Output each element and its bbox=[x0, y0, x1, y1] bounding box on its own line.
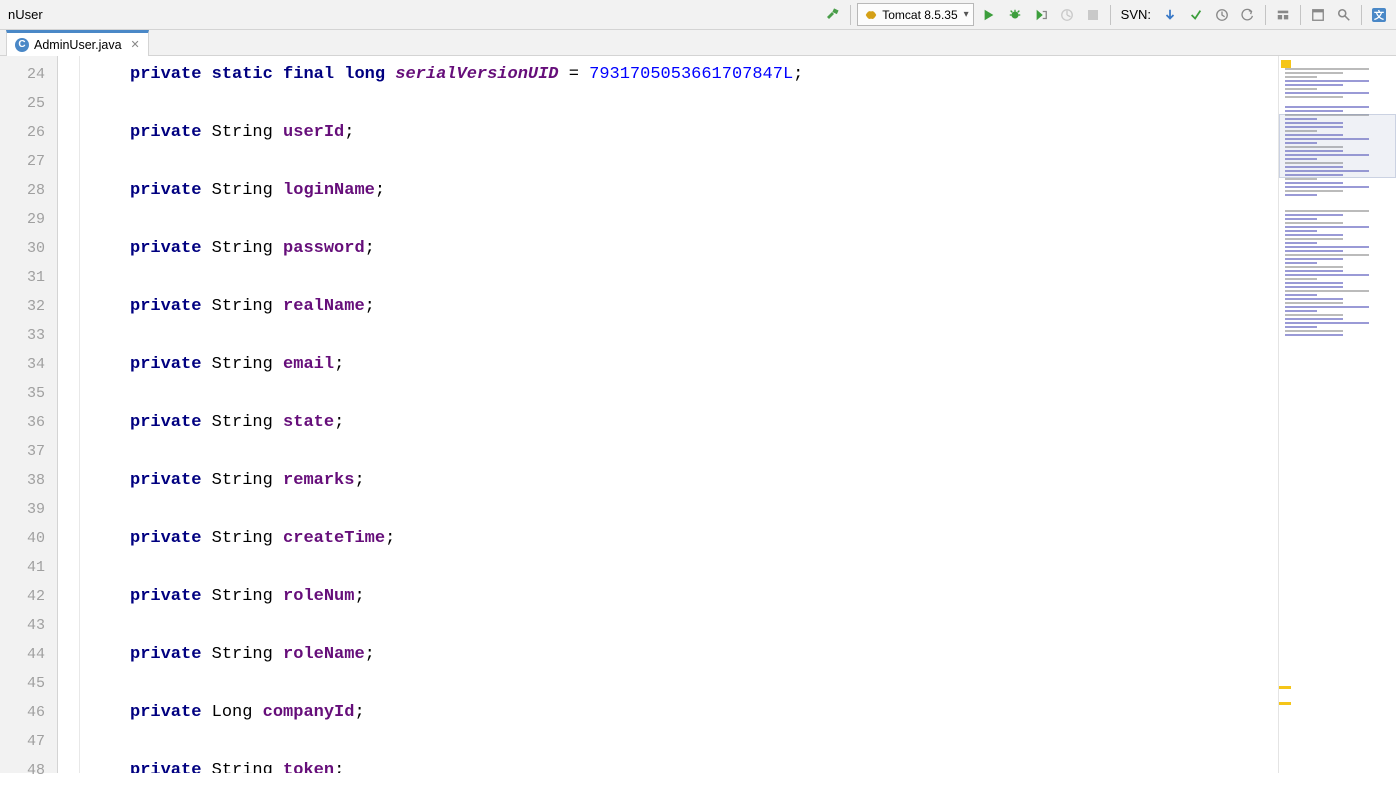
line-number: 42 bbox=[0, 582, 45, 611]
line-number: 46 bbox=[0, 698, 45, 727]
line-number: 31 bbox=[0, 263, 45, 292]
breadcrumb: nUser bbox=[4, 7, 43, 22]
line-number: 36 bbox=[0, 408, 45, 437]
toolbar: nUser Tomcat 8.5.35 ▾ SVN: bbox=[0, 0, 1396, 30]
line-number: 37 bbox=[0, 437, 45, 466]
code-line[interactable] bbox=[88, 611, 1278, 640]
svg-text:文: 文 bbox=[1374, 9, 1385, 22]
line-number: 33 bbox=[0, 321, 45, 350]
minimap[interactable] bbox=[1278, 56, 1396, 773]
tab-adminuser[interactable]: C AdminUser.java ✕ bbox=[6, 30, 149, 56]
code-line[interactable]: private String remarks; bbox=[88, 466, 1278, 495]
code-line[interactable] bbox=[88, 727, 1278, 756]
svn-commit-icon[interactable] bbox=[1185, 4, 1207, 26]
code-line[interactable]: private String email; bbox=[88, 350, 1278, 379]
project-structure-icon[interactable] bbox=[1272, 4, 1294, 26]
line-number: 39 bbox=[0, 495, 45, 524]
editor-tabs: C AdminUser.java ✕ bbox=[0, 30, 1396, 56]
code-line[interactable]: private static final long serialVersionU… bbox=[88, 60, 1278, 89]
code-line[interactable] bbox=[88, 89, 1278, 118]
line-number: 40 bbox=[0, 524, 45, 553]
separator bbox=[1361, 5, 1362, 25]
code-line[interactable] bbox=[88, 205, 1278, 234]
line-number: 27 bbox=[0, 147, 45, 176]
line-number: 45 bbox=[0, 669, 45, 698]
svn-revert-icon[interactable] bbox=[1237, 4, 1259, 26]
line-number: 26 bbox=[0, 118, 45, 147]
profile-button[interactable] bbox=[1056, 4, 1078, 26]
separator bbox=[1265, 5, 1266, 25]
code-editor[interactable]: private static final long serialVersionU… bbox=[80, 56, 1278, 773]
code-line[interactable]: private String loginName; bbox=[88, 176, 1278, 205]
code-line[interactable]: private String token; bbox=[88, 756, 1278, 773]
code-line[interactable]: private String roleNum; bbox=[88, 582, 1278, 611]
svn-history-icon[interactable] bbox=[1211, 4, 1233, 26]
line-number: 41 bbox=[0, 553, 45, 582]
separator bbox=[1300, 5, 1301, 25]
debug-button[interactable] bbox=[1004, 4, 1026, 26]
line-number: 38 bbox=[0, 466, 45, 495]
code-line[interactable]: private String realName; bbox=[88, 292, 1278, 321]
line-number: 28 bbox=[0, 176, 45, 205]
tab-label: AdminUser.java bbox=[34, 38, 122, 52]
code-line[interactable]: private String state; bbox=[88, 408, 1278, 437]
line-number: 47 bbox=[0, 727, 45, 756]
code-line[interactable]: private String userId; bbox=[88, 118, 1278, 147]
line-number: 29 bbox=[0, 205, 45, 234]
build-hammer-icon[interactable] bbox=[822, 4, 844, 26]
code-line[interactable] bbox=[88, 553, 1278, 582]
minimap-viewport[interactable] bbox=[1279, 114, 1396, 178]
close-icon[interactable]: ✕ bbox=[131, 38, 140, 51]
line-number: 25 bbox=[0, 89, 45, 118]
chevron-down-icon: ▾ bbox=[964, 9, 969, 20]
minimap-warning-mark bbox=[1281, 60, 1291, 68]
code-line[interactable] bbox=[88, 147, 1278, 176]
class-file-icon: C bbox=[15, 38, 29, 52]
separator bbox=[1110, 5, 1111, 25]
code-line[interactable] bbox=[88, 379, 1278, 408]
minimap-change-mark bbox=[1279, 702, 1291, 705]
line-number: 44 bbox=[0, 640, 45, 669]
translate-icon[interactable]: 文 bbox=[1368, 4, 1390, 26]
toggle-fullscreen-icon[interactable] bbox=[1307, 4, 1329, 26]
minimap-change-mark bbox=[1279, 686, 1291, 689]
run-config-dropdown[interactable]: Tomcat 8.5.35 ▾ bbox=[857, 3, 973, 26]
run-config-label: Tomcat 8.5.35 bbox=[882, 8, 957, 22]
code-line[interactable] bbox=[88, 495, 1278, 524]
toolbar-right: Tomcat 8.5.35 ▾ SVN: bbox=[822, 3, 1390, 26]
code-line[interactable]: private String password; bbox=[88, 234, 1278, 263]
gutter-divider bbox=[58, 56, 80, 773]
tomcat-icon bbox=[864, 8, 878, 22]
line-number: 43 bbox=[0, 611, 45, 640]
code-line[interactable]: private Long companyId; bbox=[88, 698, 1278, 727]
code-line[interactable] bbox=[88, 669, 1278, 698]
code-line[interactable] bbox=[88, 437, 1278, 466]
line-number: 24 bbox=[0, 60, 45, 89]
run-button[interactable] bbox=[978, 4, 1000, 26]
code-line[interactable]: private String roleName; bbox=[88, 640, 1278, 669]
editor-area: 2425262728293031323334353637383940414243… bbox=[0, 56, 1396, 773]
stop-button[interactable] bbox=[1082, 4, 1104, 26]
code-line[interactable] bbox=[88, 321, 1278, 350]
code-line[interactable]: private String createTime; bbox=[88, 524, 1278, 553]
svn-update-icon[interactable] bbox=[1159, 4, 1181, 26]
line-number: 32 bbox=[0, 292, 45, 321]
code-line[interactable] bbox=[88, 263, 1278, 292]
line-number: 30 bbox=[0, 234, 45, 263]
line-number-gutter: 2425262728293031323334353637383940414243… bbox=[0, 56, 58, 773]
separator bbox=[850, 5, 851, 25]
line-number: 35 bbox=[0, 379, 45, 408]
line-number: 48 bbox=[0, 756, 45, 785]
search-everywhere-icon[interactable] bbox=[1333, 4, 1355, 26]
line-number: 34 bbox=[0, 350, 45, 379]
run-coverage-button[interactable] bbox=[1030, 4, 1052, 26]
svn-label: SVN: bbox=[1117, 7, 1155, 22]
